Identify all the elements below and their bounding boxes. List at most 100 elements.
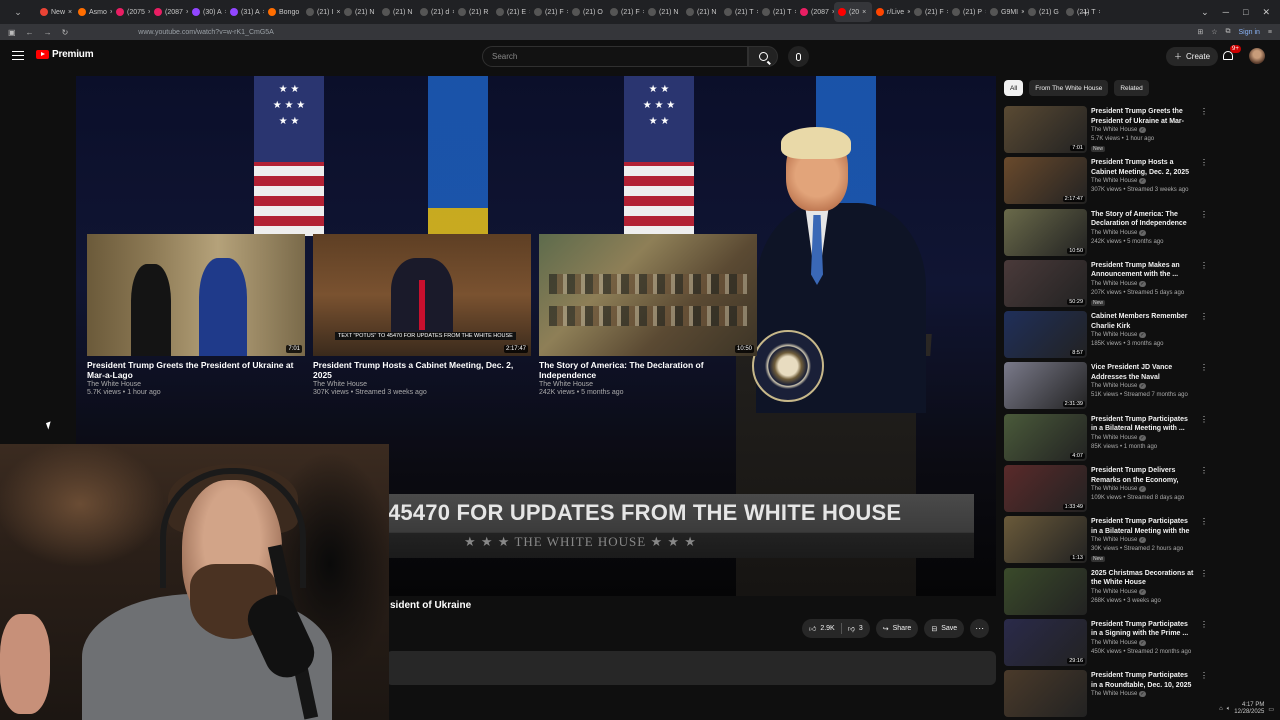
sidebar-toggle-icon[interactable]: ▣ — [8, 28, 16, 37]
recommendation-thumbnail[interactable]: 1:33:49 — [1004, 465, 1087, 513]
browser-tab[interactable]: (21) N× — [340, 2, 378, 22]
recommendation-title[interactable]: President Trump Makes an Announcement wi… — [1091, 261, 1195, 280]
recommendation-channel[interactable]: The White House — [1091, 537, 1146, 543]
browser-tab[interactable]: (21) R× — [454, 2, 492, 22]
browser-tab[interactable]: (21) F× — [910, 2, 948, 22]
more-options-icon[interactable]: ⋮ — [1200, 210, 1208, 219]
recommendation-item[interactable]: 1:33:49 President Trump Delivers Remarks … — [1004, 465, 1208, 516]
browser-tab[interactable]: (21) G× — [1024, 2, 1062, 22]
more-actions-icon[interactable]: ⋯ — [970, 619, 990, 638]
browser-tab[interactable]: Asmo × — [74, 2, 112, 22]
more-options-icon[interactable]: ⋮ — [1200, 158, 1208, 167]
recommendation-thumbnail[interactable]: 50:29 — [1004, 259, 1087, 307]
search-input[interactable]: Search — [482, 46, 748, 67]
browser-tab[interactable]: (2075 × — [112, 2, 150, 22]
filter-chip[interactable]: All — [1004, 80, 1024, 96]
recommendation-item[interactable]: 7:01 President Trump Greets the President… — [1004, 106, 1208, 157]
browser-tab[interactable]: (21) N× — [644, 2, 682, 22]
create-button[interactable]: ＋ Create — [1166, 47, 1219, 66]
recommendation-item[interactable]: 8:57 Cabinet Members Remember Charlie Kir… — [1004, 311, 1208, 362]
browser-tab[interactable]: (21) T× — [758, 2, 796, 22]
more-options-icon[interactable]: ⋮ — [1200, 466, 1208, 475]
search-button[interactable] — [748, 46, 778, 67]
browser-tab[interactable]: New × — [36, 2, 74, 22]
recommendation-title[interactable]: Cabinet Members Remember Charlie Kirk — [1091, 312, 1195, 331]
recommendation-item[interactable]: 2:31:39 Vice President JD Vance Addresses… — [1004, 362, 1208, 413]
recommendation-item[interactable]: President Trump Participates in a Roundt… — [1004, 670, 1208, 720]
tab-close-icon[interactable]: × — [68, 9, 72, 16]
browser-tab[interactable]: (2087 × — [150, 2, 188, 22]
more-options-icon[interactable]: ⋮ — [1200, 363, 1208, 372]
back-icon[interactable]: ← — [26, 28, 34, 37]
recommendation-channel[interactable]: The White House — [1091, 281, 1146, 287]
browser-tab[interactable]: (31) A× — [226, 2, 264, 22]
forward-icon[interactable]: → — [44, 28, 52, 37]
minimize-icon[interactable]: ─ — [1223, 7, 1229, 17]
recommendation-thumbnail[interactable]: 2:31:39 — [1004, 362, 1087, 410]
more-options-icon[interactable]: ⋮ — [1200, 569, 1208, 578]
recommendation-title[interactable]: President Trump Hosts a Cabinet Meeting,… — [1091, 158, 1195, 177]
tab-menu-icon[interactable]: ⌄ — [0, 0, 36, 24]
recommendation-thumbnail[interactable]: 4:07 — [1004, 413, 1087, 461]
recommendation-thumbnail[interactable]: 10:50 — [1004, 208, 1087, 256]
filter-chip[interactable]: Related — [1114, 80, 1149, 96]
recommendation-channel[interactable]: The White House — [1091, 640, 1146, 646]
recommendation-channel[interactable]: The White House — [1091, 127, 1146, 133]
recommendation-channel[interactable]: The White House — [1091, 589, 1146, 595]
system-clock[interactable]: 4:17 PM 12/28/2025 — [1234, 702, 1264, 716]
tab-close-icon[interactable]: × — [862, 9, 866, 16]
extensions-puzzle-icon[interactable]: ⧉ — [1226, 28, 1231, 36]
more-options-icon[interactable]: ⋮ — [1200, 107, 1208, 116]
recommendation-channel[interactable]: The White House — [1091, 435, 1146, 441]
sign-in-button[interactable]: Sign in — [1239, 29, 1260, 36]
recommendation-item[interactable]: 2:17:47 President Trump Hosts a Cabinet M… — [1004, 157, 1208, 208]
tab-close-icon[interactable]: × — [1099, 9, 1100, 16]
recommendation-thumbnail[interactable]: 2:17:47 — [1004, 157, 1087, 205]
recommendation-channel[interactable]: The White House — [1091, 383, 1146, 389]
recommendation-thumbnail[interactable] — [1004, 670, 1087, 718]
save-button[interactable]: ⊟ Save — [924, 619, 965, 638]
new-tab-icon[interactable]: ＋ — [1081, 6, 1090, 19]
recommendation-title[interactable]: The Story of America: The Declaration of… — [1091, 210, 1195, 229]
browser-tab[interactable]: (21) P× — [948, 2, 986, 22]
recommendation-title[interactable]: President Trump Participates in a Signin… — [1091, 620, 1195, 639]
network-icon[interactable]: ⌂ — [1219, 706, 1223, 712]
dislike-icon[interactable]: 👎︎ — [848, 624, 855, 633]
close-window-icon[interactable]: ✕ — [1262, 7, 1270, 18]
maximize-icon[interactable]: □ — [1243, 7, 1248, 17]
url-field[interactable]: www.youtube.com/watch?v=w-rK1_CmG5A — [138, 29, 274, 36]
recommendation-channel[interactable]: The White House — [1091, 178, 1146, 184]
tab-search-icon[interactable]: ⌄ — [1201, 7, 1209, 18]
recommendation-channel[interactable]: The White House — [1091, 486, 1146, 492]
browser-tab[interactable]: (21) F× — [530, 2, 568, 22]
browser-tab[interactable]: (21) N× — [378, 2, 416, 22]
recommendation-thumbnail[interactable] — [1004, 567, 1087, 615]
recommendation-item[interactable]: 50:29 President Trump Makes an Announceme… — [1004, 259, 1208, 311]
recommendation-item[interactable]: 29:16 President Trump Participates in a S… — [1004, 618, 1208, 670]
recommendation-title[interactable]: President Trump Participates in a Bilate… — [1091, 517, 1195, 536]
more-options-icon[interactable]: ⋮ — [1200, 620, 1208, 629]
dislike-count[interactable]: 3 — [859, 625, 863, 632]
browser-tab[interactable]: (30) A× — [188, 2, 226, 22]
recommendation-title[interactable]: President Trump Delivers Remarks on the … — [1091, 466, 1195, 485]
menu-icon[interactable]: ≡ — [1268, 29, 1272, 36]
browser-tab[interactable]: (21) T× — [720, 2, 758, 22]
more-options-icon[interactable]: ⋮ — [1200, 415, 1208, 424]
recommendation-thumbnail[interactable]: 1:13 — [1004, 516, 1087, 564]
recommendation-title[interactable]: President Trump Participates in a Bilate… — [1091, 415, 1195, 434]
endscreen-card-2[interactable]: TEXT "POTUS" TO 45470 FOR UPDATES FROM T… — [313, 234, 531, 396]
browser-tab[interactable]: (21) d× — [416, 2, 454, 22]
recommendation-title[interactable]: 2025 Christmas Decorations at the White … — [1091, 569, 1195, 588]
browser-tab[interactable]: G9MI × — [986, 2, 1024, 22]
youtube-logo[interactable]: Premium — [36, 49, 94, 60]
browser-tab[interactable]: Bongo× — [264, 2, 302, 22]
share-button[interactable]: ↪ Share — [875, 619, 919, 638]
like-icon[interactable]: 👍︎ — [809, 624, 816, 633]
recommendation-thumbnail[interactable]: 8:57 — [1004, 311, 1087, 359]
recommendation-title[interactable]: President Trump Greets the President of … — [1091, 107, 1195, 126]
description-box[interactable] — [386, 651, 996, 685]
notification-center-icon[interactable]: ▭ — [1268, 706, 1274, 713]
more-options-icon[interactable]: ⋮ — [1200, 671, 1208, 680]
reload-icon[interactable]: ↻ — [62, 28, 69, 37]
browser-tab[interactable]: (21) F× — [606, 2, 644, 22]
